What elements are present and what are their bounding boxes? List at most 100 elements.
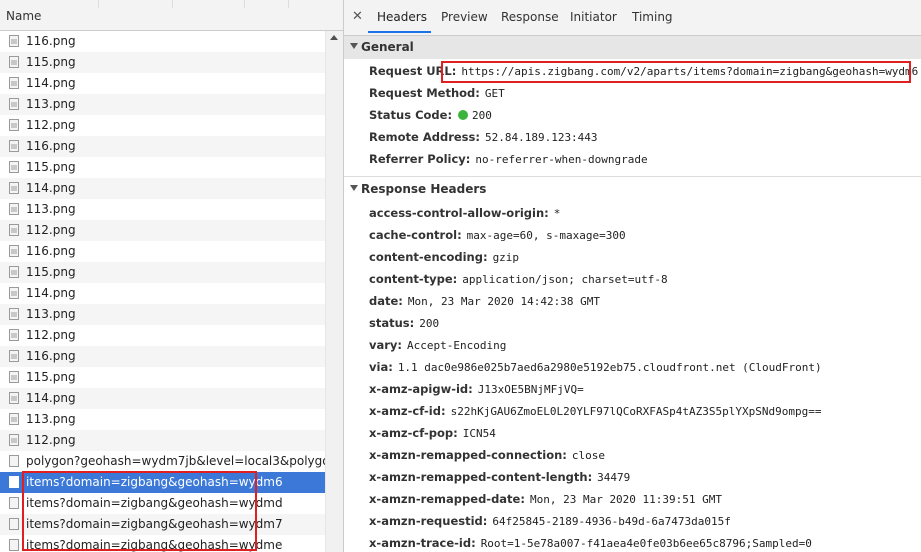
request-row[interactable]: 113.png: [0, 304, 325, 325]
document-file-icon: [9, 476, 19, 488]
response-header-value: *: [553, 207, 561, 220]
image-file-icon: [9, 140, 19, 152]
document-file-icon: [9, 455, 19, 467]
request-name: 115.png: [26, 370, 76, 384]
request-row[interactable]: 113.png: [0, 94, 325, 115]
request-row[interactable]: 112.png: [0, 430, 325, 451]
request-row[interactable]: 116.png: [0, 31, 325, 52]
request-method-label: Request Method:: [369, 86, 480, 100]
request-row[interactable]: 115.png: [0, 367, 325, 388]
request-row[interactable]: 116.png: [0, 136, 325, 157]
tab-response[interactable]: Response: [501, 10, 559, 24]
request-row[interactable]: 112.png: [0, 115, 325, 136]
active-tab-indicator: [368, 31, 431, 33]
request-name: 116.png: [26, 34, 76, 48]
status-code-row: Status Code: 200: [369, 108, 492, 122]
image-file-icon: [9, 350, 19, 362]
image-file-icon: [9, 308, 19, 320]
request-row[interactable]: 116.png: [0, 241, 325, 262]
request-row[interactable]: 112.png: [0, 220, 325, 241]
response-header-key: access-control-allow-origin:: [369, 206, 549, 220]
response-header-row: access-control-allow-origin: *: [369, 206, 560, 220]
image-file-icon: [9, 329, 19, 341]
request-row[interactable]: 116.png: [0, 346, 325, 367]
response-header-value: 34479: [597, 471, 631, 484]
request-list-panel: Name 116.png 115.png 114.png 113.png 112.png…: [0, 0, 344, 552]
status-ok-dot-icon: [458, 110, 469, 120]
request-name: 114.png: [26, 76, 76, 90]
request-row[interactable]: 113.png: [0, 409, 325, 430]
request-row[interactable]: 112.png: [0, 325, 325, 346]
response-header-value: Mon, 23 Mar 2020 14:42:38 GMT: [407, 295, 600, 308]
referrer-policy-value: no-referrer-when-downgrade: [475, 153, 648, 166]
response-header-value: s22hKjGAU6ZmoEL0L20YLF97lQCoRXFASp4tAZ3S…: [450, 405, 822, 418]
image-file-icon: [9, 434, 19, 446]
document-file-icon: [9, 539, 19, 551]
image-file-icon: [9, 119, 19, 131]
column-divider: [172, 0, 173, 8]
request-name: 115.png: [26, 160, 76, 174]
response-header-key: content-type:: [369, 272, 458, 286]
request-row[interactable]: 113.png: [0, 199, 325, 220]
request-method-value: GET: [484, 87, 505, 100]
response-header-value: gzip: [492, 251, 520, 264]
response-header-value: max-age=60, s-maxage=300: [466, 229, 626, 242]
highlight-box-request-url: [441, 61, 911, 83]
image-file-icon: [9, 224, 19, 236]
request-row[interactable]: 114.png: [0, 283, 325, 304]
request-name: 114.png: [26, 391, 76, 405]
request-row[interactable]: 115.png: [0, 157, 325, 178]
image-file-icon: [9, 413, 19, 425]
response-headers-title: Response Headers: [361, 182, 487, 196]
response-header-value: 1.1 dac0e986e025b7aed6a2980e5192eb75.clo…: [397, 361, 822, 374]
request-name: 114.png: [26, 286, 76, 300]
response-header-row: date: Mon, 23 Mar 2020 14:42:38 GMT: [369, 294, 600, 308]
response-header-key: x-amzn-remapped-connection:: [369, 448, 567, 462]
request-row[interactable]: 115.png: [0, 52, 325, 73]
column-divider: [98, 0, 99, 8]
image-file-icon: [9, 98, 19, 110]
response-header-row: vary: Accept-Encoding: [369, 338, 506, 352]
response-header-key: content-encoding:: [369, 250, 488, 264]
image-file-icon: [9, 56, 19, 68]
response-header-value: close: [571, 449, 606, 462]
response-header-row: x-amzn-trace-id: Root=1-5e78a007-f41aea4e…: [369, 536, 812, 550]
request-name: 112.png: [26, 118, 76, 132]
response-header-row: x-amzn-remapped-date: Mon, 23 Mar 2020 11…: [369, 492, 722, 506]
remote-address-label: Remote Address:: [369, 130, 480, 144]
name-column-header[interactable]: Name: [0, 0, 343, 31]
image-file-icon: [9, 161, 19, 173]
request-name: 113.png: [26, 307, 76, 321]
request-details-panel: ✕ Headers Preview Response Initiator Tim…: [344, 0, 921, 552]
response-header-row: content-encoding: gzip: [369, 250, 519, 264]
request-row[interactable]: polygon?geohash=wydm7jb&level=local3&pol…: [0, 451, 325, 472]
response-header-row: x-amzn-remapped-connection: close: [369, 448, 605, 462]
response-header-key: status:: [369, 316, 415, 330]
response-header-row: status: 200: [369, 316, 439, 330]
general-section-header[interactable]: General: [344, 36, 921, 59]
request-row[interactable]: 114.png: [0, 178, 325, 199]
response-header-row: cache-control: max-age=60, s-maxage=300: [369, 228, 626, 242]
request-method-row: Request Method: GET: [369, 86, 505, 100]
response-header-key: via:: [369, 360, 393, 374]
image-file-icon: [9, 371, 19, 383]
list-scrollbar[interactable]: [325, 31, 343, 552]
response-header-row: x-amzn-remapped-content-length: 34479: [369, 470, 630, 484]
request-row[interactable]: 114.png: [0, 73, 325, 94]
response-header-value: Accept-Encoding: [407, 339, 507, 352]
request-row[interactable]: 114.png: [0, 388, 325, 409]
image-file-icon: [9, 287, 19, 299]
scroll-up-arrow-icon[interactable]: [330, 35, 338, 40]
tab-headers[interactable]: Headers: [377, 10, 427, 24]
request-name: 113.png: [26, 412, 76, 426]
tab-preview[interactable]: Preview: [441, 10, 488, 24]
response-header-key: vary:: [369, 338, 403, 352]
response-header-row: via: 1.1 dac0e986e025b7aed6a2980e5192eb75…: [369, 360, 822, 374]
tab-timing[interactable]: Timing: [632, 10, 673, 24]
response-header-row: x-amz-cf-id: s22hKjGAU6ZmoEL0L20YLF97lQCo…: [369, 404, 821, 418]
response-header-value: application/json; charset=utf-8: [462, 273, 668, 286]
response-headers-section-header[interactable]: Response Headers: [344, 178, 921, 200]
close-icon[interactable]: ✕: [352, 9, 363, 24]
tab-initiator[interactable]: Initiator: [570, 10, 617, 24]
request-row[interactable]: 115.png: [0, 262, 325, 283]
